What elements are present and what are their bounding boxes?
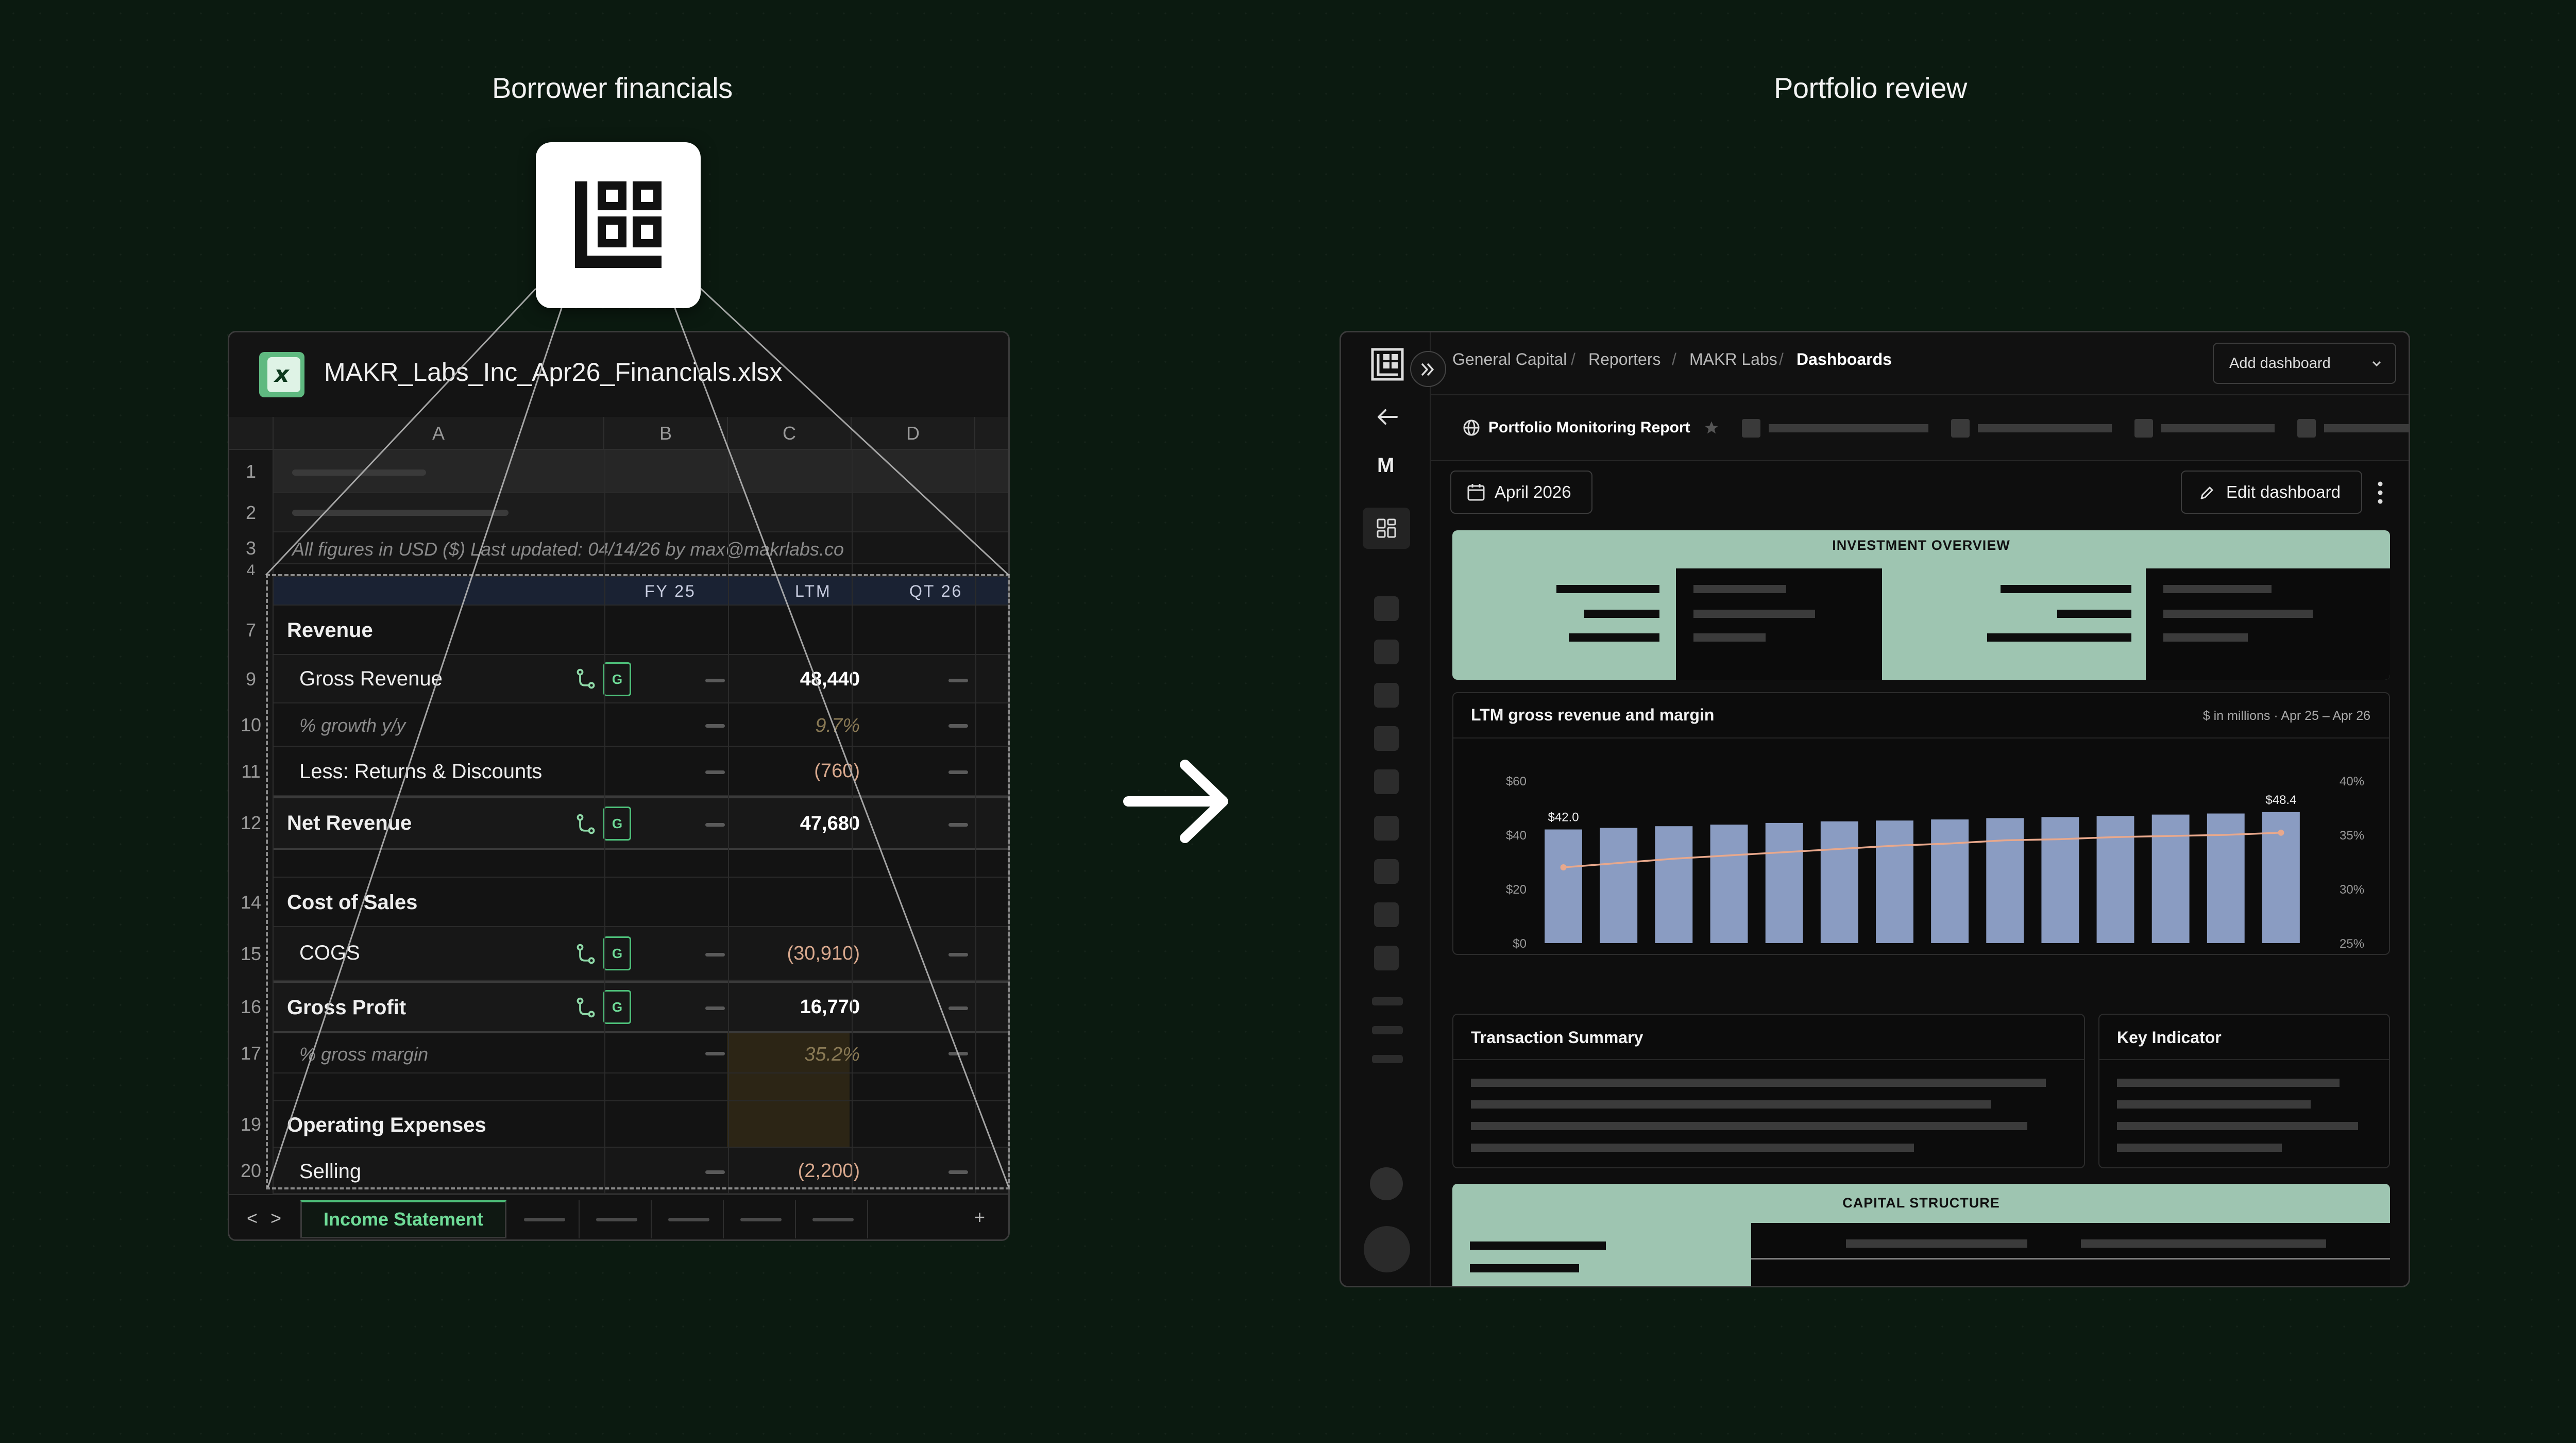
chart-bar <box>1931 819 1969 943</box>
sidebar-item[interactable] <box>1374 816 1399 841</box>
chart-bar <box>1820 821 1858 943</box>
breadcrumb-dashboards[interactable]: Dashboards <box>1797 350 1892 369</box>
expand-sidebar-button[interactable] <box>1410 351 1446 387</box>
breadcrumb-separator: / <box>1672 350 1676 368</box>
chart-bar <box>2207 813 2245 943</box>
edit-dashboard-button[interactable]: Edit dashboard <box>2181 471 2362 514</box>
dashboard-window: M General Capital / Reporters / MAKR Lab… <box>1340 331 2410 1287</box>
dashboard-sidebar: M <box>1341 332 1431 1286</box>
y-left-tick-label: $0 <box>1513 937 1527 951</box>
chart-bar <box>2041 817 2079 943</box>
sidebar-item[interactable] <box>1374 683 1399 708</box>
sidebar-item[interactable] <box>1374 769 1399 794</box>
chart-bar <box>2096 816 2134 943</box>
breadcrumb-general-capital[interactable]: General Capital <box>1452 350 1567 369</box>
workspace-initial[interactable]: M <box>1377 454 1394 477</box>
report-tab[interactable] <box>1978 424 2112 432</box>
investment-overview-title: INVESTMENT OVERVIEW <box>1832 538 2010 553</box>
report-tab-icon[interactable] <box>2297 419 2316 438</box>
report-tab[interactable] <box>2324 424 2409 432</box>
breadcrumb-makr-labs[interactable]: MAKR Labs <box>1689 350 1777 369</box>
date-filter-label: April 2026 <box>1495 482 1571 501</box>
chevron-down-icon <box>2372 361 2381 367</box>
chart-bar <box>1876 820 1913 943</box>
add-dashboard-button[interactable]: Add dashboard <box>2213 343 2396 384</box>
sidebar-item[interactable] <box>1372 1026 1403 1034</box>
y-right-tick-label: 30% <box>2340 883 2364 897</box>
dashboard-grid-icon <box>1377 518 1396 538</box>
double-chevron-right-icon <box>1421 363 1434 376</box>
margin-line-point <box>2278 829 2284 836</box>
breadcrumb-separator: / <box>1571 350 1575 368</box>
report-tab[interactable] <box>2161 424 2275 432</box>
chart-bar <box>1655 826 1693 943</box>
report-tab-icon[interactable] <box>1742 419 1760 438</box>
investment-overview-card: INVESTMENT OVERVIEW <box>1452 530 2390 680</box>
y-right-tick-label: 40% <box>2340 775 2364 788</box>
edit-dashboard-label: Edit dashboard <box>2226 482 2341 501</box>
sidebar-item[interactable] <box>1374 596 1399 621</box>
add-dashboard-label: Add dashboard <box>2229 355 2331 372</box>
report-tab-icon[interactable] <box>2134 419 2153 438</box>
sidebar-item[interactable] <box>1372 1055 1403 1063</box>
more-vertical-icon[interactable] <box>2377 481 2384 505</box>
y-left-tick-label: $20 <box>1506 883 1527 897</box>
ltm-revenue-chart-card: LTM gross revenue and margin $ in millio… <box>1452 692 2390 955</box>
app-logo-icon[interactable] <box>1371 348 1404 381</box>
chart-bar <box>2151 814 2190 943</box>
ltm-revenue-chart: $0 $20 $40 $60 25% 30% 35% 40% $42.0 $48.4 At clos… <box>1506 775 2364 955</box>
pencil-icon <box>2200 486 2213 499</box>
y-left-tick-label: $60 <box>1506 775 1527 788</box>
avatar[interactable] <box>1364 1226 1410 1272</box>
calendar-icon <box>1467 484 1485 501</box>
y-right-tick-label: 35% <box>2340 829 2364 843</box>
capital-structure-title: CAPITAL STRUCTURE <box>1842 1195 2000 1211</box>
chart-bar <box>1545 829 1582 943</box>
x-tick-label: Jan 26 <box>2043 952 2077 955</box>
star-icon[interactable] <box>1704 420 1719 435</box>
x-tick-label: Jul 25 <box>1714 952 1744 955</box>
dashboards-nav-item[interactable] <box>1363 508 1410 549</box>
sidebar-item[interactable] <box>1374 946 1399 970</box>
capital-structure-card: CAPITAL STRUCTURE <box>1452 1184 2390 1286</box>
chart-bar <box>1986 818 2024 943</box>
sidebar-item[interactable] <box>1374 902 1399 927</box>
report-tab-icon[interactable] <box>1951 419 1970 438</box>
chart-bar <box>1710 825 1748 943</box>
key-indicator-title: Key Indicator <box>2117 1028 2222 1047</box>
report-tab-bar: Portfolio Monitoring Report <box>1431 395 2409 461</box>
sidebar-item[interactable] <box>1374 640 1399 664</box>
data-label-last: $48.4 <box>2265 793 2296 807</box>
transaction-summary-card: Transaction Summary <box>1452 1014 2085 1168</box>
dashboard-topbar: General Capital / Reporters / MAKR Labs … <box>1410 332 2409 395</box>
key-indicator-card: Key Indicator <box>2098 1014 2390 1168</box>
sidebar-item[interactable] <box>1372 997 1403 1005</box>
globe-icon <box>1463 420 1480 436</box>
breadcrumb-separator: / <box>1779 350 1784 368</box>
back-arrow-icon[interactable] <box>1376 408 1399 426</box>
sidebar-item[interactable] <box>1374 859 1399 884</box>
x-tick-label: Oct 25 <box>1878 952 1911 955</box>
x-tick-label: At close <box>1543 952 1583 955</box>
date-filter-button[interactable]: April 2026 <box>1450 471 1592 514</box>
y-left-tick-label: $40 <box>1506 829 1527 843</box>
sidebar-item[interactable] <box>1374 726 1399 751</box>
transaction-summary-title: Transaction Summary <box>1471 1028 1643 1047</box>
breadcrumb-reporters[interactable]: Reporters <box>1588 350 1661 369</box>
report-tab[interactable] <box>1769 424 1928 432</box>
y-right-tick-label: 25% <box>2340 937 2364 951</box>
chart-bar <box>1600 828 1638 943</box>
help-button[interactable] <box>1370 1167 1403 1200</box>
arrow-right-icon <box>1123 760 1228 843</box>
chart-bar <box>1765 823 1803 943</box>
data-label-first: $42.0 <box>1548 811 1579 825</box>
margin-line-point <box>1560 864 1567 870</box>
report-tab-portfolio-monitoring[interactable]: Portfolio Monitoring Report <box>1488 419 1690 437</box>
x-tick-label: Apr 26 <box>2264 952 2298 955</box>
